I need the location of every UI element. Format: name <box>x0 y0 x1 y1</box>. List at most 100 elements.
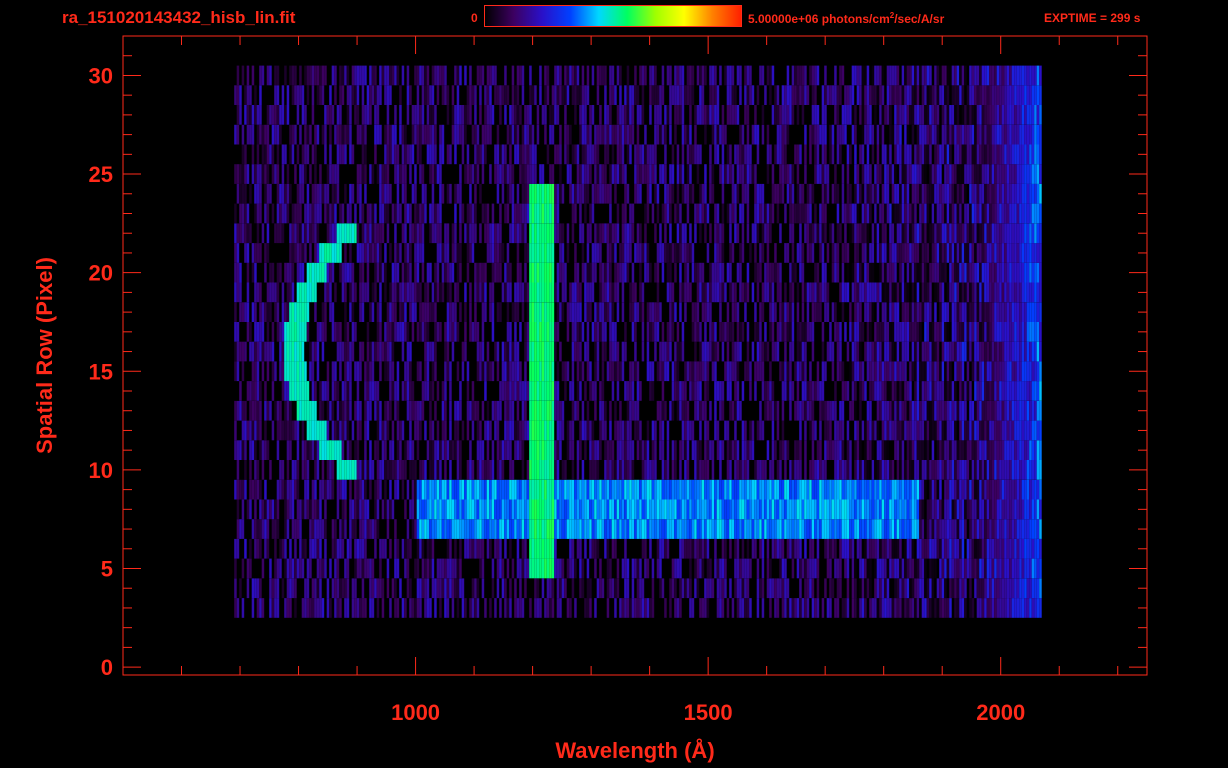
heatmap-cell <box>926 223 930 244</box>
heatmap-cell <box>351 302 355 322</box>
heatmap-cell <box>339 479 342 500</box>
heatmap-cell <box>496 499 500 520</box>
heatmap-cell <box>916 262 920 283</box>
heatmap-cell <box>454 519 457 539</box>
heatmap-cell <box>996 499 1000 520</box>
heatmap-cell <box>529 440 532 460</box>
heatmap-cell <box>511 499 515 520</box>
heatmap-cell <box>681 578 685 599</box>
heatmap-cell <box>891 282 895 303</box>
heatmap-cell <box>911 440 915 460</box>
heatmap-cell <box>834 558 837 579</box>
heatmap-cell <box>719 479 722 500</box>
heatmap-cell <box>791 499 795 520</box>
heatmap-cell <box>371 361 375 382</box>
heatmap-cell <box>839 538 842 559</box>
heatmap-cell <box>699 381 702 401</box>
heatmap-cell <box>364 598 367 618</box>
heatmap-cell <box>241 499 245 520</box>
heatmap-cell <box>794 499 797 520</box>
heatmap-cell <box>396 361 400 382</box>
heatmap-cell <box>644 460 647 480</box>
heatmap-cell <box>289 262 292 283</box>
heatmap-cell <box>544 499 547 520</box>
heatmap-cell <box>956 223 960 244</box>
heatmap-cell <box>984 538 987 559</box>
heatmap-cell <box>729 519 732 539</box>
heatmap-cell <box>406 400 410 421</box>
heatmap-cell <box>679 440 682 460</box>
heatmap-cell <box>646 243 650 263</box>
heatmap-cell <box>281 223 285 244</box>
heatmap-cell <box>614 223 617 244</box>
heatmap-cell <box>704 322 707 342</box>
heatmap-cell <box>919 420 922 441</box>
heatmap-cell <box>841 243 845 263</box>
heatmap-cell <box>639 598 642 618</box>
heatmap-cell <box>861 322 865 342</box>
heatmap-cell <box>361 302 365 322</box>
heatmap-cell <box>976 460 980 480</box>
heatmap-cell <box>404 598 407 618</box>
heatmap-cell <box>591 479 595 500</box>
heatmap-cell <box>616 361 620 382</box>
heatmap-cell <box>449 400 452 421</box>
heatmap-cell <box>986 400 990 421</box>
heatmap-cell <box>386 499 390 520</box>
heatmap-cell <box>1019 460 1022 480</box>
heatmap-cell <box>954 519 957 539</box>
heatmap-cell <box>626 499 630 520</box>
heatmap-cell <box>859 381 862 401</box>
heatmap-cell <box>854 322 857 342</box>
heatmap-cell <box>261 223 265 244</box>
heatmap-cell <box>734 538 737 559</box>
heatmap-cell <box>664 460 667 480</box>
heatmap-cell <box>621 243 625 263</box>
heatmap-cell <box>284 262 287 283</box>
heatmap-cell <box>274 223 277 244</box>
heatmap-cell <box>671 282 675 303</box>
heatmap-cell <box>596 341 600 362</box>
heatmap-cell <box>684 538 687 559</box>
heatmap-cell <box>899 558 902 579</box>
heatmap-cell <box>551 400 555 421</box>
heatmap-cell <box>279 400 282 421</box>
heatmap-cell <box>909 322 912 342</box>
heatmap-cell <box>686 479 690 500</box>
heatmap-cell <box>644 243 647 263</box>
heatmap-cell <box>524 282 527 303</box>
heatmap-cell <box>1039 302 1042 322</box>
heatmap-cell <box>869 538 872 559</box>
heatmap-cell <box>1019 598 1022 618</box>
heatmap-cell <box>494 243 497 263</box>
heatmap-cell <box>979 282 982 303</box>
heatmap-cell <box>879 361 882 382</box>
heatmap-cell <box>929 400 932 421</box>
heatmap-cell <box>979 420 982 441</box>
heatmap-cell <box>959 420 962 441</box>
heatmap-cell <box>761 598 765 618</box>
heatmap-cell <box>576 262 580 283</box>
heatmap-cell <box>636 598 640 618</box>
heatmap-cell <box>246 578 250 599</box>
heatmap-cell <box>271 420 275 441</box>
heatmap-cell <box>474 203 477 224</box>
heatmap-cell <box>1014 598 1017 618</box>
heatmap-cell <box>529 538 532 559</box>
heatmap-cell <box>404 322 407 342</box>
heatmap-cell <box>889 598 892 618</box>
heatmap-cell <box>529 460 532 480</box>
heatmap-cell <box>361 538 365 559</box>
heatmap-cell <box>306 322 310 342</box>
heatmap-cell <box>264 538 267 559</box>
heatmap-cell <box>434 519 437 539</box>
heatmap-cell <box>341 479 345 500</box>
heatmap-cell <box>959 519 962 539</box>
heatmap-cell <box>491 203 495 224</box>
heatmap-cell <box>761 282 765 303</box>
heatmap-cell <box>604 460 607 480</box>
heatmap-cell <box>411 499 415 520</box>
heatmap-cell <box>571 479 575 500</box>
heatmap-cell <box>984 499 987 520</box>
heatmap-cell <box>796 558 800 579</box>
